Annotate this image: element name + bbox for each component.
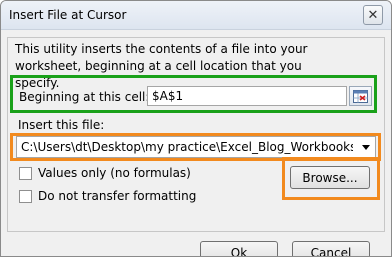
- dialog-window: Insert File at Cursor ✕ This utility ins…: [0, 0, 392, 257]
- values-only-option[interactable]: Values only (no formulas): [19, 166, 191, 180]
- file-path-select[interactable]: C:\Users\dt\Desktop\my practice\Excel_Bl…: [16, 136, 376, 158]
- no-formatting-checkbox[interactable]: [19, 189, 32, 203]
- beginning-cell-input[interactable]: $A$1: [147, 86, 347, 106]
- no-formatting-label: Do not transfer formatting: [38, 189, 197, 203]
- insert-file-label: Insert this file:: [18, 118, 105, 132]
- beginning-cell-label: Beginning at this cell:: [19, 90, 150, 104]
- range-select-button[interactable]: [349, 86, 372, 106]
- ok-button[interactable]: Ok: [200, 241, 278, 256]
- no-formatting-option[interactable]: Do not transfer formatting: [19, 189, 196, 203]
- close-button[interactable]: ✕: [363, 5, 383, 25]
- range-select-icon: [353, 89, 368, 103]
- title-bar: Insert File at Cursor ✕: [1, 1, 391, 30]
- file-path-value: C:\Users\dt\Desktop\my practice\Excel_Bl…: [21, 140, 353, 154]
- values-only-checkbox[interactable]: [19, 166, 32, 180]
- dialog-title: Insert File at Cursor: [9, 8, 127, 22]
- chevron-down-icon: [362, 145, 370, 150]
- close-icon: ✕: [367, 7, 379, 23]
- browse-button[interactable]: Browse...: [290, 166, 370, 189]
- values-only-label: Values only (no formulas): [38, 166, 191, 180]
- cancel-button[interactable]: Cancel: [292, 241, 370, 256]
